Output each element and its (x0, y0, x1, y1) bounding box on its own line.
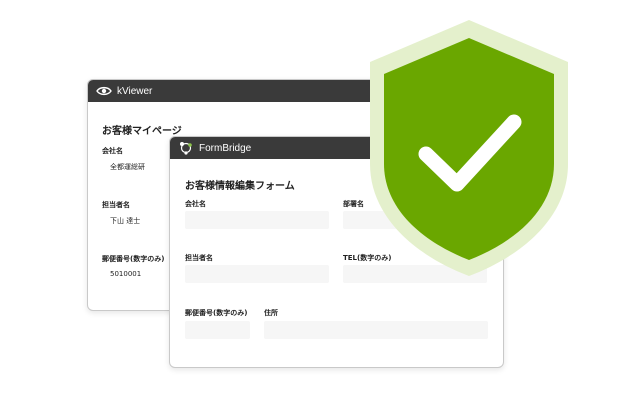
kviewer-postal-value: 5010001 (110, 270, 142, 278)
postal-label: 郵便番号(数字のみ) (185, 309, 248, 317)
kviewer-app-name: kViewer (117, 85, 153, 97)
postal-input[interactable] (185, 321, 250, 339)
eye-icon (96, 83, 112, 99)
kviewer-person-label: 担当者名 (102, 201, 130, 209)
kviewer-company-value: 全都運総研 (110, 163, 145, 171)
kviewer-postal-label: 郵便番号(数字のみ) (102, 255, 165, 263)
department-label: 部署名 (343, 200, 364, 208)
company-input[interactable] (185, 211, 329, 229)
company-label: 会社名 (185, 200, 206, 208)
kviewer-page-title: お客様マイページ (102, 126, 182, 137)
person-label: 担当者名 (185, 254, 213, 262)
shield-check-icon (370, 20, 568, 276)
address-input[interactable] (264, 321, 488, 339)
formbridge-form-title: お客様情報編集フォーム (185, 181, 295, 192)
formbridge-app-name: FormBridge (199, 142, 252, 154)
formbridge-logo-icon (178, 140, 194, 156)
person-input[interactable] (185, 265, 329, 283)
kviewer-company-label: 会社名 (102, 147, 123, 155)
address-label: 住所 (264, 309, 278, 317)
kviewer-person-value: 下山 達士 (110, 217, 141, 225)
